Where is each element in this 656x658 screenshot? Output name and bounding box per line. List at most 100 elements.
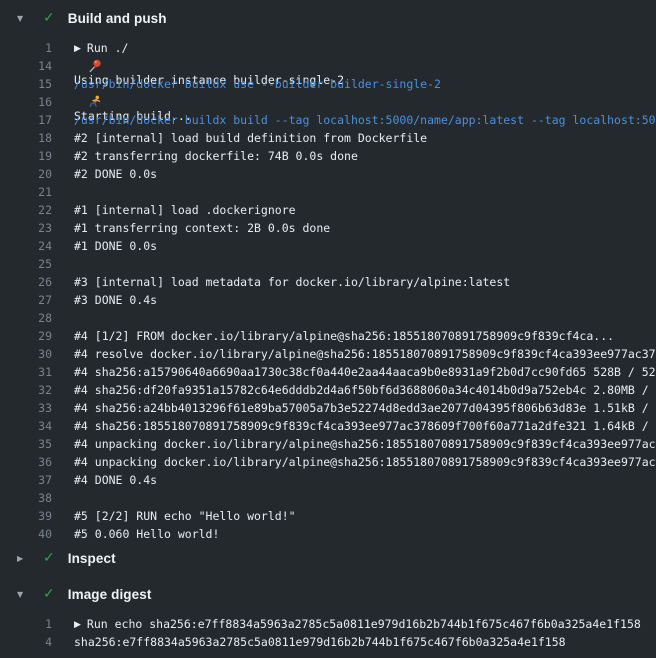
line-content: #4 sha256:185518070891758909c9f839cf4ca3… bbox=[74, 419, 656, 433]
log-line: 24 #1 DONE 0.0s bbox=[0, 237, 656, 255]
line-number[interactable]: 1 bbox=[0, 41, 52, 55]
line-number[interactable]: 26 bbox=[0, 275, 52, 289]
line-number[interactable]: 32 bbox=[0, 383, 52, 397]
line-number[interactable]: 23 bbox=[0, 221, 52, 235]
log-text: #2 transferring dockerfile: 74B 0.0s don… bbox=[74, 149, 358, 163]
line-number[interactable]: 14 bbox=[0, 59, 52, 73]
pushpin-icon bbox=[88, 59, 102, 73]
log-text: #4 DONE 0.4s bbox=[74, 473, 157, 487]
line-number[interactable]: 34 bbox=[0, 419, 52, 433]
log-line: 1 ▶Run echo sha256:e7ff8834a5963a2785c5a… bbox=[0, 615, 656, 633]
line-content: #5 0.060 Hello world! bbox=[74, 527, 656, 541]
line-number[interactable]: 16 bbox=[0, 95, 52, 109]
log-block: 1 ▶Run ./ 14 Using builder instance buil… bbox=[0, 39, 656, 543]
log-line: 17 /usr/bin/docker buildx build --tag lo… bbox=[0, 111, 656, 129]
line-content: #4 sha256:a24bb4013296f61e89ba57005a7b3e… bbox=[74, 401, 656, 415]
line-content: #4 [1/2] FROM docker.io/library/alpine@s… bbox=[74, 329, 656, 343]
line-content: #4 resolve docker.io/library/alpine@sha2… bbox=[74, 347, 656, 361]
line-number[interactable]: 27 bbox=[0, 293, 52, 307]
log-text: #1 DONE 0.0s bbox=[74, 239, 157, 253]
log-line: 18 #2 [internal] load build definition f… bbox=[0, 129, 656, 147]
success-check-icon: ✓ bbox=[43, 586, 55, 602]
line-content: #4 unpacking docker.io/library/alpine@sh… bbox=[74, 437, 656, 451]
log-text: #4 resolve docker.io/library/alpine@sha2… bbox=[74, 347, 656, 361]
section-header-build-and-push[interactable]: ▼ ✓ Build and push bbox=[0, 3, 656, 33]
log-line: 22 #1 [internal] load .dockerignore bbox=[0, 201, 656, 219]
line-number[interactable]: 15 bbox=[0, 77, 52, 91]
log-line: 20 #2 DONE 0.0s bbox=[0, 165, 656, 183]
log-text: #3 DONE 0.4s bbox=[74, 293, 157, 307]
line-number[interactable]: 35 bbox=[0, 437, 52, 451]
line-number[interactable]: 33 bbox=[0, 401, 52, 415]
log-text: #4 unpacking docker.io/library/alpine@sh… bbox=[74, 437, 656, 451]
line-content: #4 DONE 0.4s bbox=[74, 473, 656, 487]
line-number[interactable]: 17 bbox=[0, 113, 52, 127]
expand-command-icon[interactable]: ▶ bbox=[74, 620, 81, 630]
log-line: 14 Using builder instance builder-single… bbox=[0, 57, 656, 75]
workflow-log-viewer: ▼ ✓ Build and push 1 ▶Run ./ 14 Using bu… bbox=[0, 0, 656, 651]
chevron-down-icon[interactable]: ▼ bbox=[17, 590, 29, 599]
log-text: #2 [internal] load build definition from… bbox=[74, 131, 427, 145]
log-line: 16 Starting build... bbox=[0, 93, 656, 111]
line-number[interactable]: 20 bbox=[0, 167, 52, 181]
log-line: 36 #4 unpacking docker.io/library/alpine… bbox=[0, 453, 656, 471]
log-line: 40 #5 0.060 Hello world! bbox=[0, 525, 656, 543]
line-content: #3 [internal] load metadata for docker.i… bbox=[74, 275, 656, 289]
line-number[interactable]: 1 bbox=[0, 617, 52, 631]
line-number[interactable]: 31 bbox=[0, 365, 52, 379]
line-number[interactable]: 40 bbox=[0, 527, 52, 541]
line-content: #5 [2/2] RUN echo "Hello world!" bbox=[74, 509, 656, 523]
log-line: 26 #3 [internal] load metadata for docke… bbox=[0, 273, 656, 291]
line-number[interactable]: 22 bbox=[0, 203, 52, 217]
log-text: #3 [internal] load metadata for docker.i… bbox=[74, 275, 510, 289]
chevron-right-icon[interactable]: ▶ bbox=[17, 554, 29, 563]
log-text: #5 0.060 Hello world! bbox=[74, 527, 219, 541]
section-header-image-digest[interactable]: ▼ ✓ Image digest bbox=[0, 579, 656, 609]
log-text: #4 sha256:a15790640a6690aa1730c38cf0a440… bbox=[74, 365, 656, 379]
section-title: Inspect bbox=[68, 551, 116, 566]
line-number[interactable]: 36 bbox=[0, 455, 52, 469]
line-number[interactable]: 37 bbox=[0, 473, 52, 487]
line-content: #4 unpacking docker.io/library/alpine@sh… bbox=[74, 455, 656, 469]
log-text: sha256:e7ff8834a5963a2785c5a0811e979d16b… bbox=[74, 635, 566, 649]
line-number[interactable]: 4 bbox=[0, 635, 52, 649]
expand-command-icon[interactable]: ▶ bbox=[74, 44, 81, 54]
line-number[interactable]: 39 bbox=[0, 509, 52, 523]
log-block: 1 ▶Run echo sha256:e7ff8834a5963a2785c5a… bbox=[0, 615, 656, 651]
log-text: #2 DONE 0.0s bbox=[74, 167, 157, 181]
log-text: #5 [2/2] RUN echo "Hello world!" bbox=[74, 509, 296, 523]
line-content: #3 DONE 0.4s bbox=[74, 293, 656, 307]
line-content: #2 DONE 0.0s bbox=[74, 167, 656, 181]
runner-icon bbox=[88, 95, 102, 109]
line-content: /usr/bin/docker buildx build --tag local… bbox=[74, 113, 656, 127]
line-number[interactable]: 21 bbox=[0, 185, 52, 199]
log-line: 28 bbox=[0, 309, 656, 327]
log-text: #4 [1/2] FROM docker.io/library/alpine@s… bbox=[74, 329, 614, 343]
log-line: 38 bbox=[0, 489, 656, 507]
log-text: /usr/bin/docker buildx build --tag local… bbox=[74, 113, 656, 127]
line-content: sha256:e7ff8834a5963a2785c5a0811e979d16b… bbox=[74, 635, 656, 649]
log-text: #4 unpacking docker.io/library/alpine@sh… bbox=[74, 455, 656, 469]
log-line: 32 #4 sha256:df20fa9351a15782c64e6dddb2d… bbox=[0, 381, 656, 399]
line-number[interactable]: 24 bbox=[0, 239, 52, 253]
line-number[interactable]: 19 bbox=[0, 149, 52, 163]
line-number[interactable]: 38 bbox=[0, 491, 52, 505]
chevron-down-icon[interactable]: ▼ bbox=[17, 14, 29, 23]
section-header-inspect[interactable]: ▶ ✓ Inspect bbox=[0, 543, 656, 573]
line-number[interactable]: 28 bbox=[0, 311, 52, 325]
section-title: Build and push bbox=[68, 11, 167, 26]
log-line: 25 bbox=[0, 255, 656, 273]
success-check-icon: ✓ bbox=[43, 10, 55, 26]
log-text: #1 [internal] load .dockerignore bbox=[74, 203, 296, 217]
log-line: 23 #1 transferring context: 2B 0.0s done bbox=[0, 219, 656, 237]
log-line: 29 #4 [1/2] FROM docker.io/library/alpin… bbox=[0, 327, 656, 345]
section-title: Image digest bbox=[68, 587, 152, 602]
line-number[interactable]: 25 bbox=[0, 257, 52, 271]
line-number[interactable]: 29 bbox=[0, 329, 52, 343]
log-line: 31 #4 sha256:a15790640a6690aa1730c38cf0a… bbox=[0, 363, 656, 381]
log-line: 37 #4 DONE 0.4s bbox=[0, 471, 656, 489]
line-content: #1 transferring context: 2B 0.0s done bbox=[74, 221, 656, 235]
line-number[interactable]: 30 bbox=[0, 347, 52, 361]
line-number[interactable]: 18 bbox=[0, 131, 52, 145]
log-line: 33 #4 sha256:a24bb4013296f61e89ba57005a7… bbox=[0, 399, 656, 417]
